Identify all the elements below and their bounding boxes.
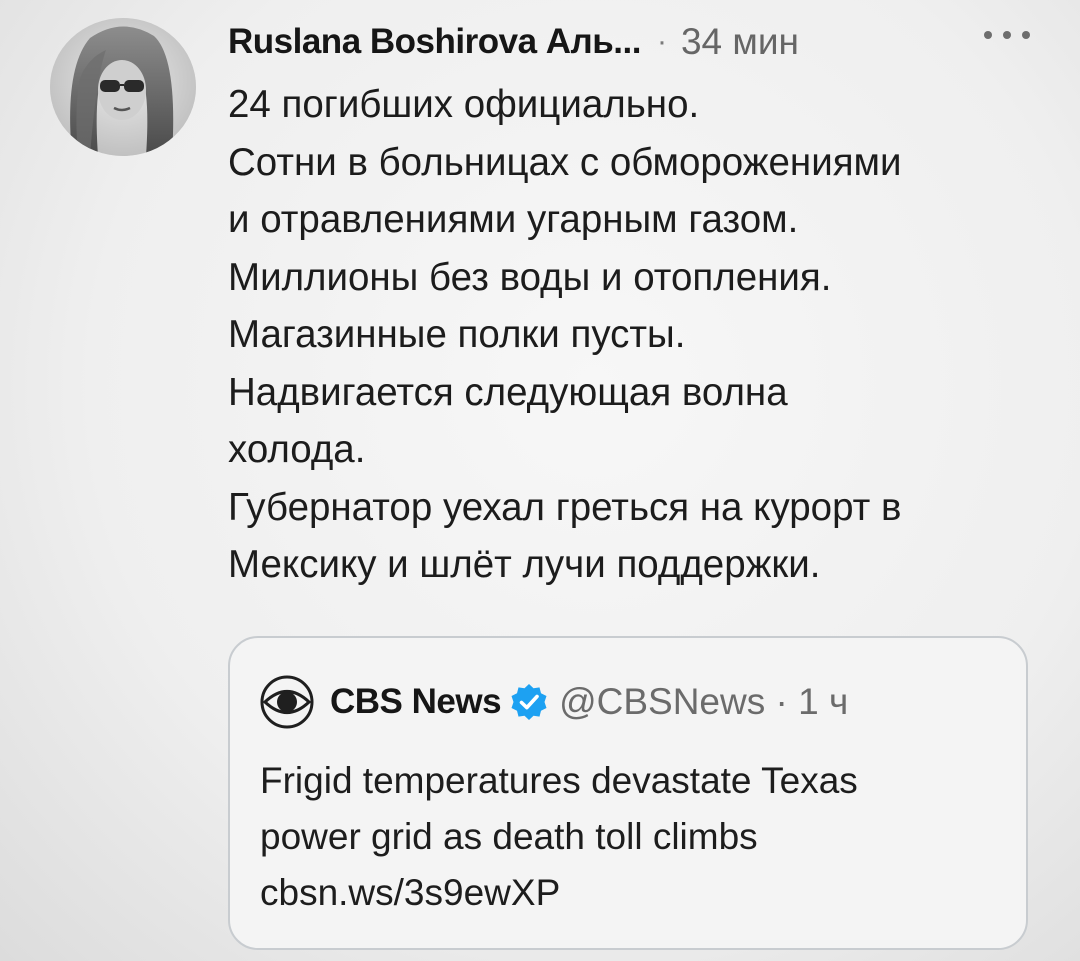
quoted-link[interactable]: cbsn.ws/3s9ewXP bbox=[260, 865, 1020, 921]
tweet-text-line: холода. bbox=[228, 428, 366, 471]
quoted-tweet-card[interactable]: CBS News @CBSNews · 1 ч Frigid temperatu… bbox=[228, 636, 1028, 950]
quoted-handle-time: @CBSNews · 1 ч bbox=[559, 681, 849, 722]
tweet-text-line: и отравлениями угарным газом. bbox=[228, 198, 799, 241]
quoted-author-name[interactable]: CBS News bbox=[330, 682, 502, 722]
quoted-tweet-header: CBS News @CBSNews · 1 ч bbox=[260, 675, 849, 729]
tweet-text-line: Надвигается следующая волна bbox=[228, 370, 788, 414]
more-horizontal-icon[interactable] bbox=[984, 20, 1030, 50]
author-name[interactable]: Ruslana Boshirova Аль... bbox=[228, 22, 641, 62]
tweet[interactable]: Ruslana Boshirova Аль... · 34 мин 24 пог… bbox=[0, 0, 1080, 961]
cbs-eye-logo bbox=[260, 675, 314, 729]
quoted-text-line: power grid as death toll climbs bbox=[260, 816, 758, 857]
tweet-header: Ruslana Boshirova Аль... · 34 мин bbox=[228, 18, 799, 66]
tweet-text-line: 24 погибших официально. bbox=[228, 83, 700, 126]
tweet-text-line: Миллионы без воды и отопления. bbox=[228, 255, 832, 299]
tweet-time[interactable]: 34 мин bbox=[681, 21, 799, 63]
verified-badge-icon bbox=[511, 684, 547, 720]
tweet-text-line: Магазинные полки пусты. bbox=[228, 313, 686, 356]
tweet-text-line: Сотни в больницах с обморожениями bbox=[228, 140, 902, 184]
avatar-photo bbox=[50, 18, 196, 156]
avatar[interactable] bbox=[50, 18, 196, 156]
tweet-text: 24 погибших официально. Сотни в больница… bbox=[228, 76, 1048, 594]
quoted-tweet-text: Frigid temperatures devastate Texas powe… bbox=[260, 753, 1020, 921]
quoted-text-line: Frigid temperatures devastate Texas bbox=[260, 760, 858, 801]
tweet-text-line: Мексику и шлёт лучи поддержки. bbox=[228, 543, 821, 586]
separator-dot: · bbox=[656, 25, 667, 58]
tweet-text-line: Губернатор уехал греться на курорт в bbox=[228, 485, 902, 529]
